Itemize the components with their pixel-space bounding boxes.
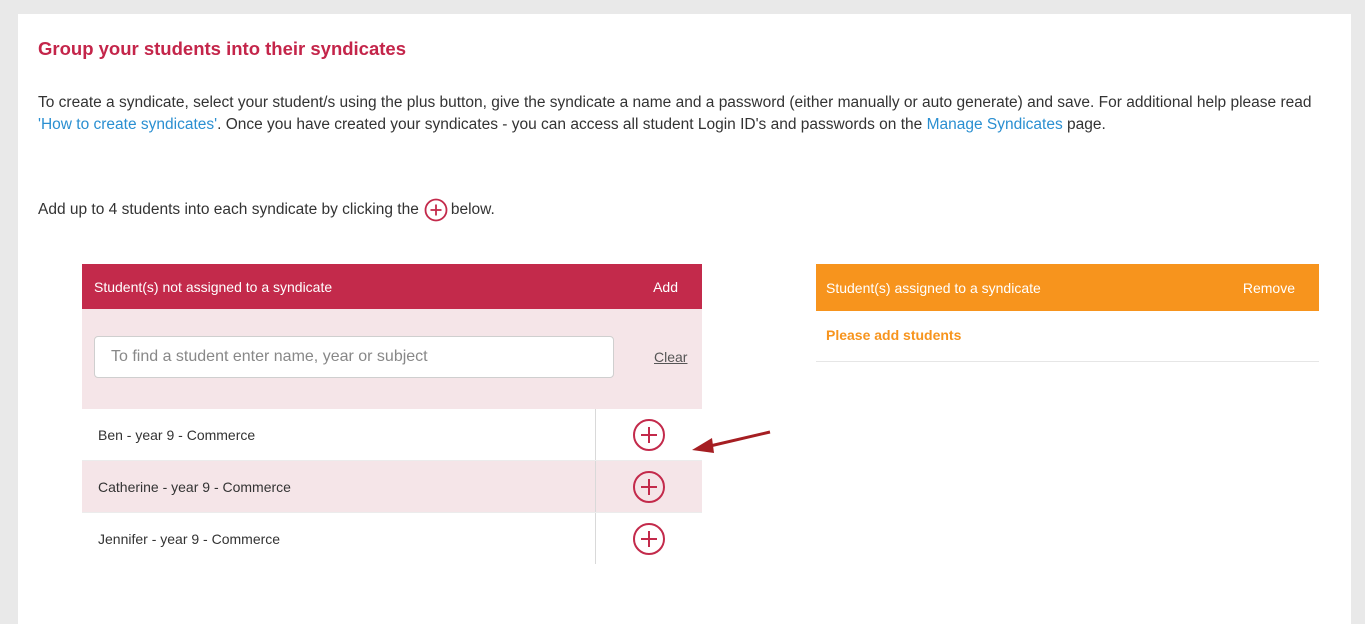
intro-text-3: page. xyxy=(1062,116,1106,133)
how-to-create-syndicates-link[interactable]: 'How to create syndicates' xyxy=(38,116,217,133)
plus-circle-icon xyxy=(633,470,665,503)
assigned-students-table: Student(s) assigned to a syndicate Remov… xyxy=(816,264,1319,362)
student-name: Catherine - year 9 - Commerce xyxy=(82,461,596,512)
student-row: Jennifer - year 9 - Commerce xyxy=(82,513,702,564)
student-row: Ben - year 9 - Commerce xyxy=(82,409,702,461)
add-student-button[interactable] xyxy=(596,513,702,564)
intro-paragraph: To create a syndicate, select your stude… xyxy=(38,92,1348,136)
intro-text-1: To create a syndicate, select your stude… xyxy=(38,94,1312,111)
add-student-button[interactable] xyxy=(596,409,702,460)
arrow-icon xyxy=(692,430,771,453)
plus-circle-icon xyxy=(424,198,448,222)
student-search-input[interactable] xyxy=(94,336,614,378)
student-name: Jennifer - year 9 - Commerce xyxy=(82,513,596,564)
plus-circle-icon xyxy=(633,418,665,451)
unassigned-header: Student(s) not assigned to a syndicate A… xyxy=(82,264,702,309)
plus-circle-icon xyxy=(633,522,665,555)
empty-assigned-message: Please add students xyxy=(816,311,1319,362)
student-search-area: Clear xyxy=(82,309,702,409)
unassigned-header-title: Student(s) not assigned to a syndicate xyxy=(94,278,333,295)
assigned-header: Student(s) assigned to a syndicate Remov… xyxy=(816,264,1319,311)
student-name: Ben - year 9 - Commerce xyxy=(82,409,596,460)
add-student-button[interactable] xyxy=(596,461,702,512)
add-hint: Add up to 4 students into each syndicate… xyxy=(38,198,495,222)
clear-search-link[interactable]: Clear xyxy=(654,349,687,365)
assigned-header-title: Student(s) assigned to a syndicate xyxy=(826,279,1041,296)
assigned-header-action: Remove xyxy=(1242,279,1295,296)
hint-text-before: Add up to 4 students into each syndicate… xyxy=(38,201,419,218)
content-panel: Group your students into their syndicate… xyxy=(18,14,1351,624)
unassigned-header-action: Add xyxy=(653,278,678,295)
hint-text-after: below. xyxy=(450,201,495,218)
student-row: Catherine - year 9 - Commerce xyxy=(82,461,702,513)
page-title: Group your students into their syndicate… xyxy=(38,38,406,59)
manage-syndicates-link[interactable]: Manage Syndicates xyxy=(927,116,1063,133)
unassigned-students-table: Student(s) not assigned to a syndicate A… xyxy=(82,264,702,564)
intro-text-2: . Once you have created your syndicates … xyxy=(217,116,927,133)
